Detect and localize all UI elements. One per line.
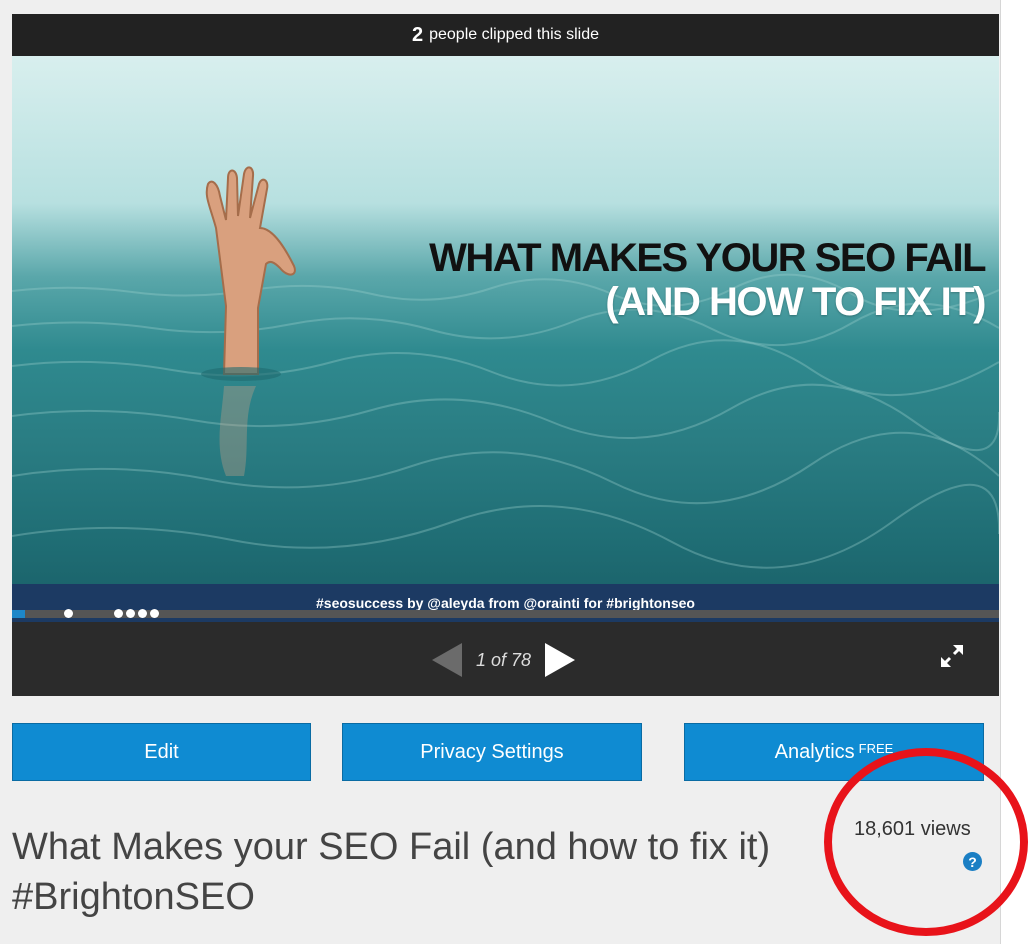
progress-marker[interactable]: [150, 609, 159, 618]
slide-progress-bar[interactable]: [12, 609, 999, 618]
slide-title-line1: WHAT MAKES YOUR SEO FAIL: [429, 236, 986, 280]
progress-marker[interactable]: [138, 609, 147, 618]
slide-navigation: 1 of 78: [432, 643, 576, 677]
progress-marker[interactable]: [114, 609, 123, 618]
presentation-title: What Makes your SEO Fail (and how to fix…: [12, 826, 771, 918]
clip-banner: 2 people clipped this slide: [12, 14, 999, 56]
clip-text[interactable]: people clipped this slide: [429, 26, 599, 44]
clip-count: 2: [411, 23, 424, 46]
slide-title-line2: (AND HOW TO FIX IT): [605, 280, 986, 324]
expand-arrows-icon[interactable]: [939, 643, 965, 669]
sea-waves: [12, 166, 999, 569]
slide-image[interactable]: WHAT MAKES YOUR SEO FAIL (AND HOW TO FIX…: [12, 56, 999, 622]
privacy-settings-button[interactable]: Privacy Settings: [342, 723, 642, 781]
edit-button[interactable]: Edit: [12, 723, 311, 781]
page-indicator: 1 of 78: [476, 649, 532, 670]
progress-fill: [12, 610, 25, 618]
triangle-right-icon[interactable]: [545, 643, 576, 677]
red-annotation-circle: [824, 748, 1028, 936]
player-controls: 1 of 78: [12, 618, 999, 696]
slide-title: WHAT MAKES YOUR SEO FAIL (AND HOW TO FIX…: [429, 236, 986, 324]
progress-marker[interactable]: [126, 609, 135, 618]
triangle-left-icon[interactable]: [432, 643, 462, 677]
progress-marker[interactable]: [64, 609, 73, 618]
hand-illustration: [201, 166, 296, 476]
slide-player: 2 people clipped this slide WHAT MAKES Y…: [12, 14, 999, 696]
